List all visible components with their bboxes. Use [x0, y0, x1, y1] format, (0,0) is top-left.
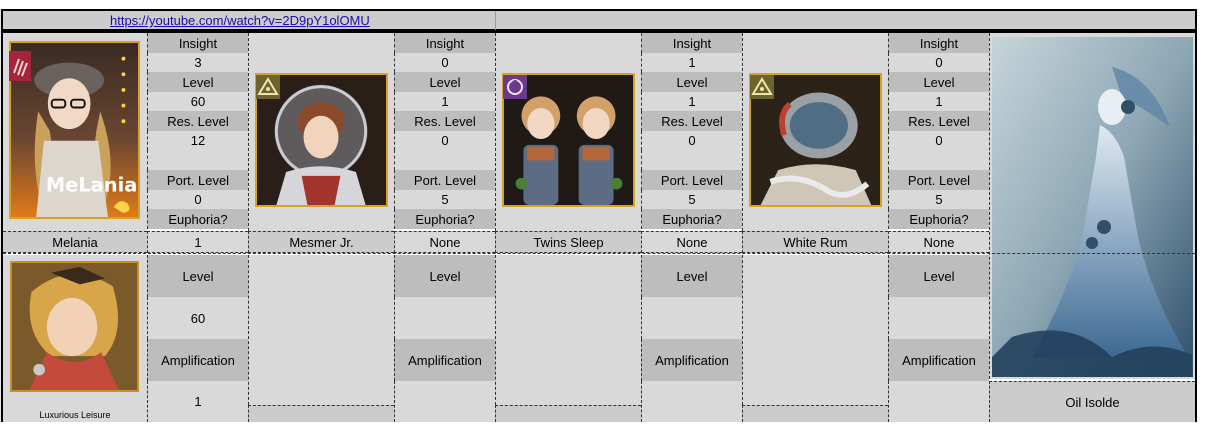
header-link-cell[interactable]: https://youtube.com/watch?v=2D9pY1olOMU: [110, 11, 495, 30]
twins-psychube-cell: [495, 255, 641, 405]
mesmer-psychube-amplification-label: Amplification: [394, 339, 495, 381]
melania-insight-label: Insight: [147, 33, 248, 53]
pyramid-eye-icon: [750, 75, 774, 99]
youtube-link[interactable]: https://youtube.com/watch?v=2D9pY1olOMU: [110, 13, 370, 28]
melania-level-value[interactable]: 60: [147, 92, 248, 111]
twins-insight-value[interactable]: 1: [641, 53, 742, 72]
mesmer-insight-label: Insight: [394, 33, 495, 53]
mesmer-blank-cell[interactable]: [394, 150, 495, 170]
mesmer-level-value[interactable]: 1: [394, 92, 495, 111]
melania-euphoria-value[interactable]: 1: [147, 231, 248, 253]
mesmer-psychube-level-value[interactable]: [394, 297, 495, 339]
melania-euphoria-label: Euphoria?: [147, 209, 248, 229]
row-separator: [3, 253, 1195, 254]
mesmer-psychube-name: [248, 405, 394, 422]
mesmer-port-level-label: Port. Level: [394, 170, 495, 190]
crescent-moon-icon: [503, 75, 527, 99]
melania-port-level-label: Port. Level: [147, 170, 248, 190]
mesmer-port-level-value[interactable]: 5: [394, 190, 495, 209]
twins-psychube-name: [495, 405, 641, 422]
twins-res-level-label: Res. Level: [641, 111, 742, 131]
rum-psychube-name: [742, 405, 888, 422]
mesmer-psychube-level-label: Level: [394, 255, 495, 297]
mesmer-name: Mesmer Jr.: [248, 231, 394, 253]
rum-port-level-label: Port. Level: [888, 170, 989, 190]
melania-port-level-value[interactable]: 0: [147, 190, 248, 209]
twins-psychube-level-label: Level: [641, 255, 742, 297]
psychube-name: Luxurious Leisure: [39, 409, 111, 420]
twins-euphoria-value[interactable]: None: [641, 231, 742, 253]
twins-port-level-value[interactable]: 5: [641, 190, 742, 209]
rum-psychube-level-value[interactable]: [888, 297, 989, 339]
rum-euphoria-value[interactable]: None: [888, 231, 989, 253]
mesmer-res-level-label: Res. Level: [394, 111, 495, 131]
mesmer-euphoria-value[interactable]: None: [394, 231, 495, 253]
rum-port-level-value[interactable]: 5: [888, 190, 989, 209]
rum-level-label: Level: [888, 72, 989, 92]
rum-euphoria-label: Euphoria?: [888, 209, 989, 229]
psychube-amplification-value[interactable]: 1: [147, 381, 248, 422]
melania-res-level-value[interactable]: 12: [147, 131, 248, 150]
rum-res-level-value[interactable]: 0: [888, 131, 989, 150]
psychube-level-label: Level: [147, 255, 248, 297]
rum-name: White Rum: [742, 231, 888, 253]
psychube-portrait: [10, 261, 139, 392]
isolde-name: Oil Isolde: [989, 381, 1195, 422]
psychube-amplification-label: Amplification: [147, 339, 248, 381]
twins-level-value[interactable]: 1: [641, 92, 742, 111]
spreadsheet: https://youtube.com/watch?v=2D9pY1olOMU …: [0, 9, 1197, 422]
twins-psychube-amplification-value[interactable]: [641, 381, 742, 422]
melania-insight-value[interactable]: 3: [147, 53, 248, 72]
melania-res-level-label: Res. Level: [147, 111, 248, 131]
rum-insight-value[interactable]: 0: [888, 53, 989, 72]
mesmer-level-label: Level: [394, 72, 495, 92]
isolde-portrait: [992, 37, 1193, 377]
melania-blank-cell[interactable]: [147, 150, 248, 170]
header-divider: [495, 11, 496, 30]
twins-res-level-value[interactable]: 0: [641, 131, 742, 150]
twins-blank-cell[interactable]: [641, 150, 742, 170]
rum-res-level-label: Res. Level: [888, 111, 989, 131]
twins-level-label: Level: [641, 72, 742, 92]
melania-name: Melania: [3, 231, 147, 253]
rum-psychube-level-label: Level: [888, 255, 989, 297]
twins-psychube-level-value[interactable]: [641, 297, 742, 339]
twins-euphoria-label: Euphoria?: [641, 209, 742, 229]
twins-port-level-label: Port. Level: [641, 170, 742, 190]
claw-icon: [9, 51, 31, 81]
twins-psychube-amplification-label: Amplification: [641, 339, 742, 381]
pyramid-eye-icon: [256, 75, 280, 99]
rum-level-value[interactable]: 1: [888, 92, 989, 111]
rum-psychube-amplification-label: Amplification: [888, 339, 989, 381]
svg-text:MeLania: MeLania: [46, 174, 137, 197]
twins-name: Twins Sleep: [495, 231, 641, 253]
rum-psychube-cell: [742, 255, 888, 405]
mesmer-psychube-cell: [248, 255, 394, 405]
mesmer-res-level-value[interactable]: 0: [394, 131, 495, 150]
melania-level-label: Level: [147, 72, 248, 92]
mesmer-euphoria-label: Euphoria?: [394, 209, 495, 229]
rum-blank-cell[interactable]: [888, 150, 989, 170]
rum-psychube-amplification-value[interactable]: [888, 381, 989, 422]
mesmer-insight-value[interactable]: 0: [394, 53, 495, 72]
mesmer-psychube-amplification-value[interactable]: [394, 381, 495, 422]
rum-insight-label: Insight: [888, 33, 989, 53]
twins-insight-label: Insight: [641, 33, 742, 53]
psychube-level-value[interactable]: 60: [147, 297, 248, 339]
